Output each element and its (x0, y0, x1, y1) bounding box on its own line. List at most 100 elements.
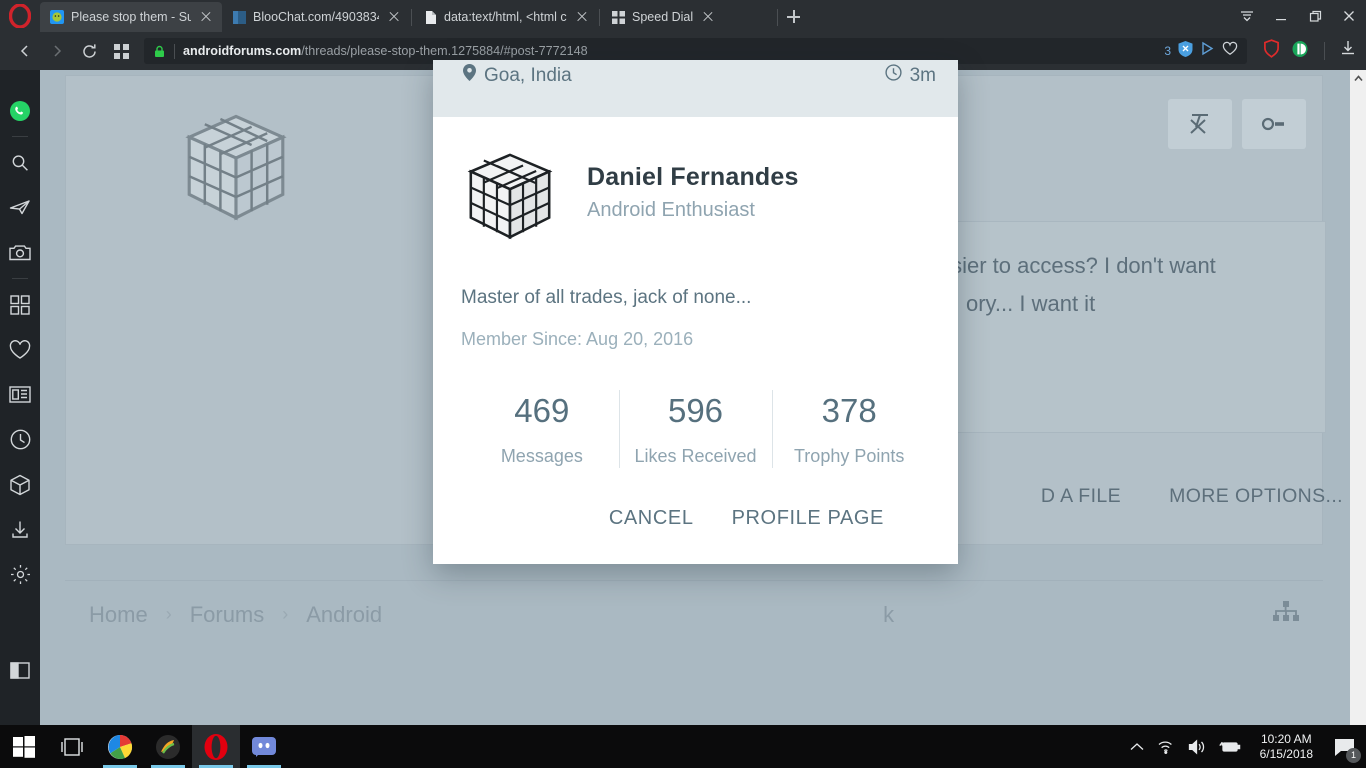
windows-start-icon[interactable] (0, 725, 48, 768)
tab-2[interactable]: data:text/html, <html cont (413, 2, 598, 32)
restore-icon[interactable] (1298, 0, 1332, 32)
notification-count: 1 (1346, 748, 1361, 763)
tab-title: Please stop them - Sugges (71, 10, 191, 24)
breadcrumb-item-android[interactable]: Android (306, 602, 382, 628)
page-vertical-scrollbar[interactable] (1350, 70, 1366, 725)
more-options-button[interactable]: MORE OPTIONS... (1169, 485, 1343, 508)
stat-value: 596 (619, 392, 773, 430)
sidebar-item-extensions[interactable] (0, 462, 40, 507)
address-text: androidforums.com/threads/please-stop-th… (183, 44, 1156, 58)
chevron-up-icon[interactable] (1130, 742, 1144, 752)
tab-menu-icon[interactable] (1230, 0, 1264, 32)
taskbar-app-color-app[interactable] (96, 725, 144, 768)
reload-button[interactable] (74, 37, 104, 65)
breadcrumb: Home › Forums › Android k (65, 580, 1323, 648)
sidebar-item-history[interactable] (0, 417, 40, 462)
sidebar-toggle-wrap (0, 648, 40, 693)
rubiks-cube-avatar[interactable] (461, 149, 559, 247)
close-icon[interactable] (1332, 0, 1366, 32)
map-pin-icon (463, 64, 476, 87)
tab-divider (599, 9, 600, 26)
heart-icon[interactable] (1222, 41, 1238, 61)
back-button[interactable] (10, 37, 40, 65)
sidebar-item-telegram[interactable] (0, 185, 40, 230)
tab-close-icon[interactable] (198, 9, 214, 25)
taskbar-app-discord[interactable] (240, 725, 288, 768)
member-identity-row: Daniel Fernandes Android Enthusiast (461, 149, 930, 247)
profile-page-button[interactable]: PROFILE PAGE (732, 507, 884, 530)
task-view-icon[interactable] (48, 725, 96, 768)
editor-line2: ory... I want it (966, 291, 1095, 316)
minimize-icon[interactable] (1264, 0, 1298, 32)
opera-shield-icon[interactable] (1263, 39, 1280, 63)
speed-dial-button[interactable] (106, 37, 136, 65)
tab-divider (411, 9, 412, 26)
sidebar-item-downloads[interactable] (0, 507, 40, 552)
member-motto: Master of all trades, jack of none... (461, 287, 930, 309)
sidebar-item-snapshot[interactable] (0, 230, 40, 275)
wifi-icon[interactable] (1157, 739, 1175, 754)
member-card-modal: Goa, India 3m (433, 60, 958, 564)
opera-logo-icon (0, 0, 40, 32)
sidebar-item-speed-dial[interactable] (0, 282, 40, 327)
scroll-up-arrow-icon[interactable] (1350, 70, 1366, 87)
member-username: Daniel Fernandes (587, 163, 799, 192)
modal-actions: CANCEL PROFILE PAGE (461, 477, 930, 564)
clock-icon (885, 64, 902, 87)
stat-likes-received: 596 Likes Received (619, 386, 773, 477)
sidebar-divider (12, 136, 28, 137)
tab-3[interactable]: Speed Dial (601, 2, 776, 32)
tab-close-icon[interactable] (386, 9, 402, 25)
download-icon[interactable] (1340, 40, 1356, 62)
extension-icon[interactable] (1291, 40, 1309, 63)
bloochat-icon (232, 10, 246, 24)
battery-charging-icon[interactable] (1219, 740, 1241, 754)
rubiks-cube-avatar-thumbnail[interactable] (171, 106, 301, 236)
volume-icon[interactable] (1188, 739, 1206, 755)
modal-body: Daniel Fernandes Android Enthusiast Mast… (433, 117, 958, 564)
tab-close-icon[interactable] (700, 9, 716, 25)
address-icons: 3 (1164, 41, 1238, 62)
stat-messages: 469 Messages (465, 386, 619, 477)
sidebar-item-whatsapp[interactable] (0, 88, 40, 133)
link-icon[interactable] (1248, 99, 1300, 149)
sidebar-item-news[interactable] (0, 372, 40, 417)
clear-formatting-icon[interactable] (1174, 99, 1226, 149)
sitemap-icon[interactable] (1273, 601, 1299, 628)
notification-icon[interactable]: 1 (1332, 734, 1358, 760)
upload-a-file-button[interactable]: D A FILE (1041, 485, 1121, 508)
breadcrumb-item-forums[interactable]: Forums (190, 602, 265, 628)
breadcrumb-list: Home › Forums › Android k (89, 602, 894, 628)
page-icon (423, 10, 437, 24)
speed-dial-icon (611, 10, 625, 24)
toolbar-group-clear (1168, 99, 1232, 149)
tray-clock[interactable]: 10:20 AM 6/15/2018 (1254, 732, 1319, 762)
breadcrumb-item-home[interactable]: Home (89, 602, 148, 628)
modal-header: Goa, India 3m (433, 60, 958, 117)
tab-0[interactable]: Please stop them - Sugges (40, 2, 222, 32)
sidebar-item-search[interactable] (0, 140, 40, 185)
member-location-text: Goa, India (484, 65, 572, 87)
adblock-icon[interactable] (1178, 41, 1193, 62)
new-tab-button[interactable] (779, 2, 807, 32)
breadcrumb-separator: › (282, 604, 288, 625)
toggle-sidebar-icon[interactable] (0, 648, 40, 693)
screen: Please stop them - Sugges BlooChat.com/4… (0, 0, 1366, 768)
taskbar-app-opera[interactable] (192, 725, 240, 768)
sidebar-item-settings[interactable] (0, 552, 40, 597)
tab-strip: Please stop them - Sugges BlooChat.com/4… (0, 0, 1366, 32)
sidebar-item-bookmarks[interactable] (0, 327, 40, 372)
extension-icons (1257, 39, 1356, 63)
stat-value: 378 (772, 392, 926, 430)
cancel-button[interactable]: CANCEL (609, 507, 694, 530)
tab-close-icon[interactable] (574, 9, 590, 25)
taskbar-app-fl-studio[interactable] (144, 725, 192, 768)
tab-1[interactable]: BlooChat.com/49038344 (222, 2, 410, 32)
vpn-icon[interactable] (1200, 41, 1215, 61)
tab-title: data:text/html, <html cont (444, 10, 567, 24)
android-forums-icon (50, 10, 64, 24)
member-location: Goa, India (463, 64, 572, 87)
forward-button[interactable] (42, 37, 72, 65)
stat-value: 469 (465, 392, 619, 430)
stat-label: Messages (465, 446, 619, 467)
